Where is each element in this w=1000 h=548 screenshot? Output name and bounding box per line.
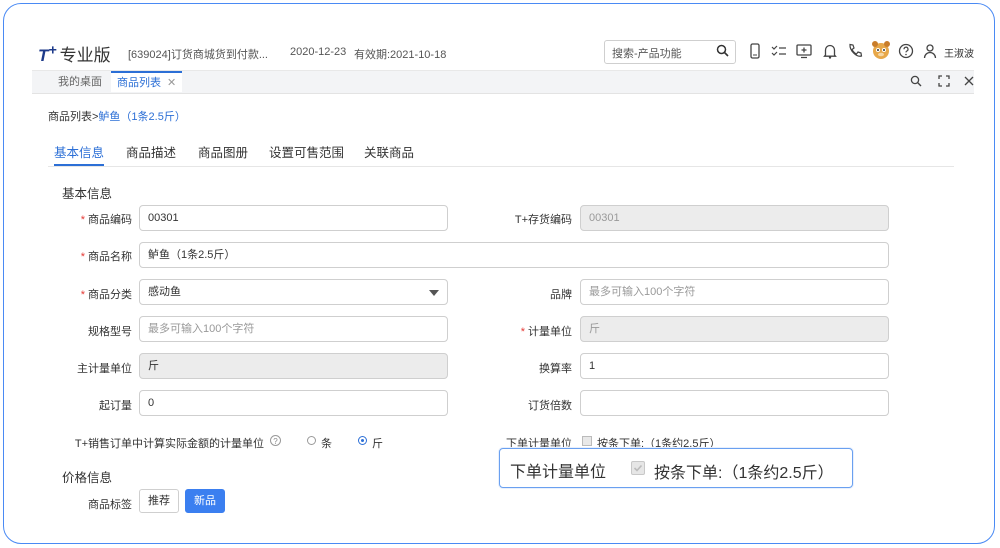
zoom-callout: 下单计量单位 按条下单:（1条约2.5斤）	[499, 448, 853, 488]
category-label: * 商品分类	[52, 286, 132, 302]
breadcrumb-current: 鲈鱼（1条2.5斤）	[98, 111, 186, 123]
fullscreen-icon[interactable]	[938, 75, 950, 90]
unit-label: * 计量单位	[472, 323, 572, 339]
phone-app-icon[interactable]	[747, 43, 763, 59]
tplus-code-input: 00301	[580, 205, 889, 231]
zoom-icon[interactable]	[910, 75, 922, 90]
close-icon[interactable]	[963, 75, 974, 90]
category-value: 感动鱼	[148, 286, 181, 298]
zoom-checkbox	[631, 461, 645, 475]
radio-unit-jin[interactable]	[358, 436, 367, 445]
tab-basic-info[interactable]: 基本信息	[54, 142, 105, 166]
tab-related-products[interactable]: 关联商品	[364, 142, 414, 166]
product-name-input[interactable]: 鲈鱼（1条2.5斤）	[139, 242, 889, 268]
main-unit-input: 斤	[139, 353, 448, 379]
detail-tabs: 基本信息 商品描述 商品图册 设置可售范围 关联商品	[48, 136, 954, 167]
name-label-text: 商品名称	[88, 251, 132, 263]
tplus-code-label: T+存货编码	[514, 214, 572, 226]
min-order-label: 起订量	[99, 400, 132, 412]
required-mark: *	[80, 289, 85, 301]
code-label: * 商品编码	[52, 211, 132, 227]
required-mark: *	[80, 214, 85, 226]
sales-unit-label: T+销售订单中计算实际金额的计量单位	[74, 438, 264, 450]
radio-unit-tiao[interactable]	[307, 436, 316, 445]
basic-info-title: 基本信息	[62, 187, 113, 201]
tag-new-button[interactable]: 新品	[185, 489, 225, 513]
required-mark: *	[520, 326, 525, 338]
spec-input[interactable]: 最多可输入100个字符	[139, 316, 448, 342]
tab-description[interactable]: 商品描述	[126, 142, 176, 166]
rate-input[interactable]: 1	[580, 353, 889, 379]
radio-unit-jin-label: 斤	[372, 438, 383, 450]
search-placeholder: 搜索-产品功能	[612, 48, 682, 60]
brand-label: 品牌	[550, 289, 572, 301]
product-code-input[interactable]: 00301	[139, 205, 448, 231]
help-icon[interactable]	[898, 43, 914, 59]
rate-label: 换算率	[539, 363, 572, 375]
required-mark: *	[80, 251, 85, 263]
edition-label: 专业版	[59, 46, 111, 65]
tag-label: 商品标签	[88, 499, 132, 511]
brand-input[interactable]: 最多可输入100个字符	[580, 279, 889, 305]
multiple-label: 订货倍数	[528, 400, 572, 412]
close-icon[interactable]: ✕	[167, 77, 176, 89]
tab-gallery[interactable]: 商品图册	[198, 142, 248, 166]
page-tab-bar: 我的桌面 我的桌面商品列表✕	[32, 71, 974, 94]
tab-my-desktop[interactable]: 我的桌面	[52, 71, 108, 93]
tag-recommend-button[interactable]: 推荐	[139, 489, 179, 513]
radio-unit-tiao-label: 条	[321, 438, 332, 450]
help-icon[interactable]: ?	[270, 435, 281, 446]
user-icon[interactable]	[922, 43, 938, 59]
monitor-icon[interactable]	[796, 43, 812, 59]
tab-sale-scope[interactable]: 设置可售范围	[269, 142, 344, 166]
breadcrumb-parent[interactable]: 商品列表	[48, 111, 92, 123]
multiple-input[interactable]	[580, 390, 889, 416]
min-order-input[interactable]: 0	[139, 390, 448, 416]
chevron-down-icon[interactable]	[429, 290, 439, 296]
name-label: * 商品名称	[52, 248, 132, 264]
tab-label: 商品列表	[117, 77, 161, 89]
expiry-date: 有效期:2021-10-18	[354, 49, 447, 61]
spec-label: 规格型号	[88, 326, 132, 338]
screenshot-frame: T+ 专业版 [639024]订货商城货到付款... 2020-12-23 有效期…	[3, 3, 995, 544]
logo-sup: +	[48, 42, 57, 59]
mascot-icon[interactable]	[870, 39, 892, 61]
tab-label: 我的桌面	[58, 76, 102, 88]
category-label-text: 商品分类	[88, 289, 132, 301]
order-by-tiao-checkbox[interactable]	[582, 436, 592, 446]
price-info-title: 价格信息	[62, 471, 113, 485]
main-unit-label: 主计量单位	[77, 363, 132, 375]
search-icon[interactable]	[716, 44, 729, 60]
code-label-text: 商品编码	[88, 214, 132, 226]
zoom-order-unit-label: 下单计量单位	[510, 464, 607, 481]
breadcrumb: 商品列表>鲈鱼（1条2.5斤）	[48, 108, 186, 124]
app-logo[interactable]: T+ 专业版	[38, 41, 111, 66]
search-input[interactable]: 搜索-产品功能	[604, 40, 736, 64]
checklist-icon[interactable]	[771, 43, 787, 59]
user-name[interactable]: 王淑波	[944, 45, 974, 60]
top-bar: T+ 专业版 [639024]订货商城货到付款... 2020-12-23 有效期…	[32, 34, 974, 71]
zoom-order-by-tiao-label: 按条下单:（1条约2.5斤）	[654, 465, 834, 482]
category-select[interactable]: 感动鱼	[139, 279, 448, 305]
unit-label-text: 计量单位	[528, 326, 572, 338]
phone-icon[interactable]	[847, 43, 863, 59]
tab-product-list[interactable]: 我的桌面商品列表✕	[111, 71, 183, 92]
unit-input: 斤	[580, 316, 889, 342]
logo-text: T	[38, 46, 49, 65]
company-name[interactable]: [639024]订货商城货到付款...	[128, 46, 268, 62]
current-date: 2020-12-23	[290, 46, 347, 58]
bell-icon[interactable]	[822, 43, 838, 59]
